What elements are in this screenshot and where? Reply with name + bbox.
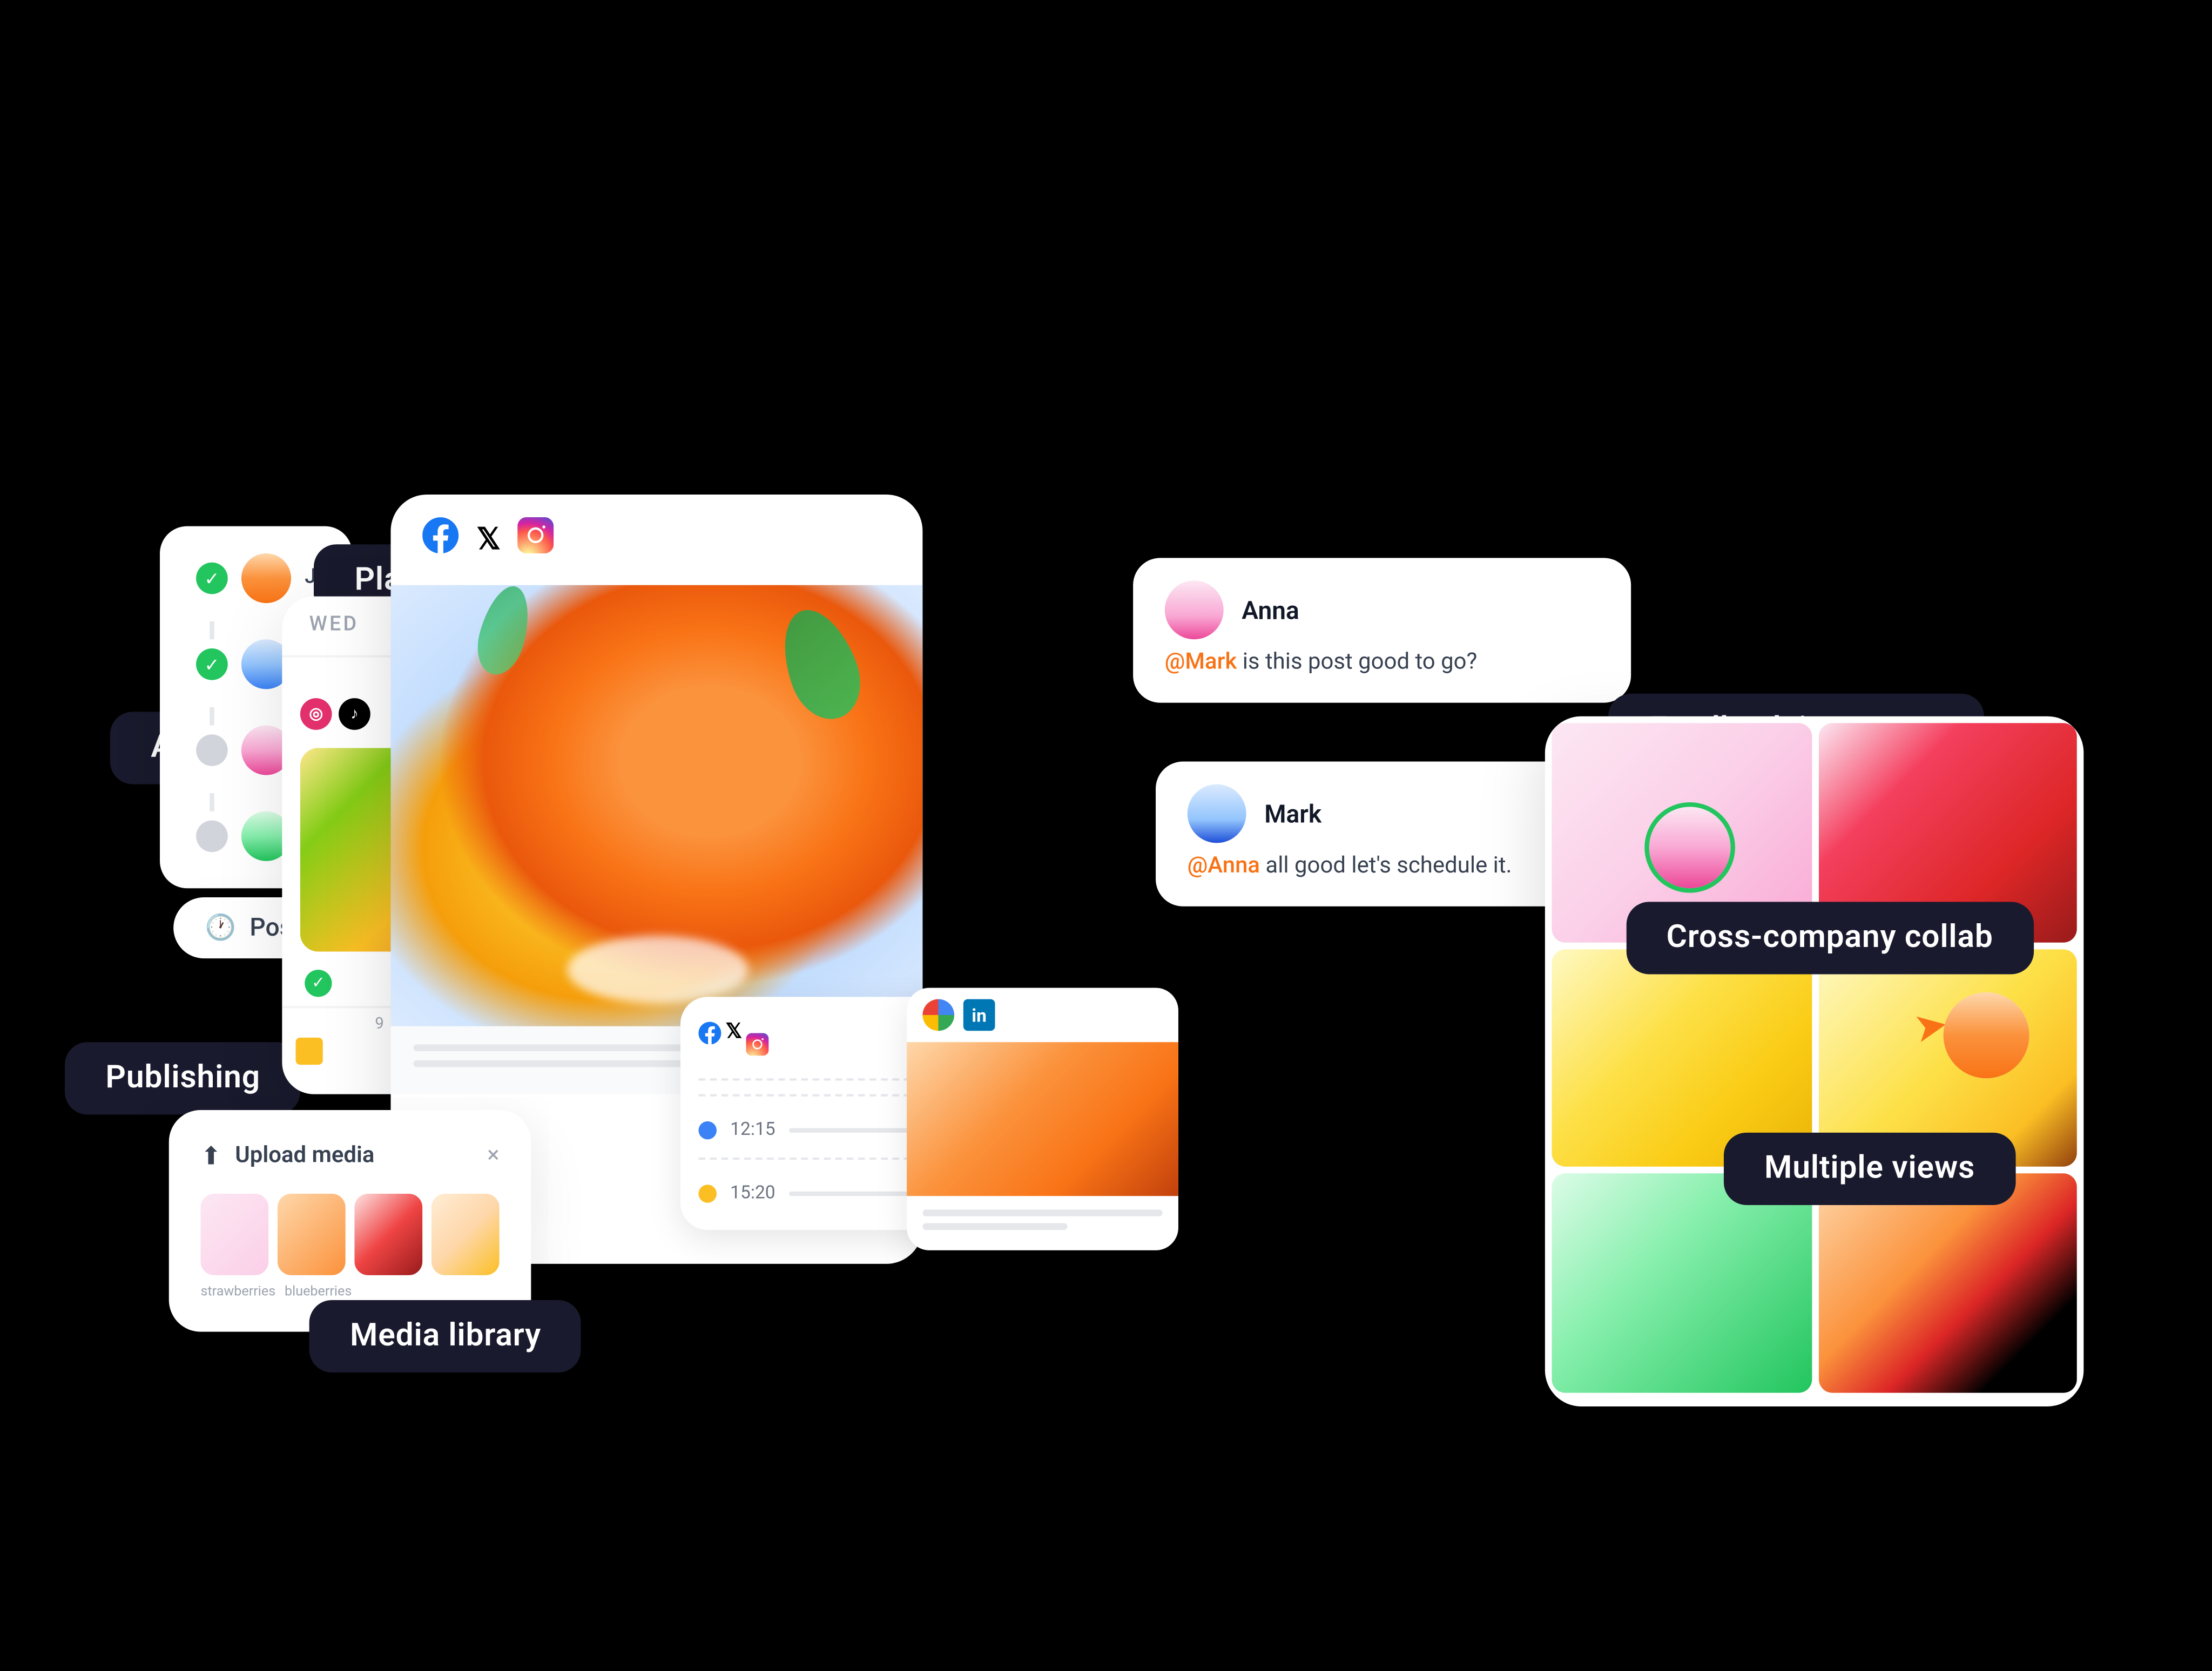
cal-text-line-2 (923, 1223, 1067, 1230)
anna-comment-body: is this post good to go? (1243, 651, 1478, 675)
cross-company-label: Cross-company collab (1626, 902, 2034, 974)
thumb-3 (355, 1194, 423, 1275)
x-icon: 𝕏 (477, 523, 501, 557)
cal-post-card: in (907, 987, 1178, 1250)
avatar-anna (1165, 580, 1224, 639)
multiple-views-label: Multiple views (1724, 1133, 2016, 1205)
cross-company-avatar-2 (1944, 992, 2029, 1078)
time-dot-2 (699, 1183, 717, 1202)
fb-small-icon (699, 1021, 721, 1065)
anna-mention: @Mark (1165, 651, 1237, 675)
facebook-icon (422, 517, 458, 563)
google-icon (923, 999, 955, 1031)
avatar-jack (241, 553, 291, 603)
upload-title-row: ⬆ Upload media (201, 1141, 375, 1171)
instagram-feed-icon (518, 517, 555, 563)
mark-name: Mark (1264, 799, 1321, 828)
feed-social-bar: 𝕏 (391, 495, 923, 585)
thumb-2 (278, 1194, 346, 1275)
instagram-icon: ◎ (300, 698, 332, 730)
green-check-icon: ✓ (305, 970, 332, 997)
ig-small-icon (747, 1021, 770, 1065)
check-approved-ingrid: ✓ (196, 648, 228, 680)
check-pending-anne (196, 820, 228, 852)
check-approved-jack: ✓ (196, 562, 228, 594)
upload-labels-row: strawberries blueberries (201, 1284, 500, 1300)
close-button[interactable]: × (487, 1144, 499, 1168)
x-small-icon: 𝕏 (726, 1021, 742, 1065)
cal-text-line-1 (923, 1209, 1163, 1216)
upload-icon: ⬆ (201, 1141, 222, 1171)
comment-anna: Anna @Mark is this post good to go? (1133, 558, 1631, 702)
publishing-label: Publishing (65, 1042, 301, 1114)
mark-mention: @Anna (1188, 854, 1260, 879)
media-library-label: Media library (309, 1300, 582, 1372)
approval-item-jack: ✓ Jack (196, 553, 316, 603)
anna-name: Anna (1242, 595, 1299, 624)
time-1: 12:15 (730, 1119, 775, 1139)
cross-company-avatar-1 (1644, 802, 1735, 893)
time-dot-1 (699, 1120, 717, 1138)
upload-title-text: Upload media (235, 1144, 374, 1168)
feed-hero-image (391, 585, 923, 1026)
clock-icon: 🕐 (205, 913, 236, 942)
mark-comment-body: all good let's schedule it. (1266, 854, 1512, 879)
avatar-mark (1188, 784, 1246, 843)
anna-comment-text: @Mark is this post good to go? (1165, 648, 1600, 680)
cal-post-social-row: in (907, 987, 1178, 1042)
thumb-4 (431, 1194, 500, 1275)
time-2: 15:20 (730, 1182, 775, 1203)
grid-cell-5 (1552, 1174, 1811, 1392)
check-pending-samuel (196, 734, 228, 766)
linkedin-icon: in (963, 999, 995, 1031)
upload-media-card: ⬆ Upload media × strawberries blueberrie… (169, 1110, 531, 1332)
cal-post-thumbnail (907, 1042, 1178, 1196)
cal-post-text-lines (907, 1196, 1178, 1250)
thumb-1 (201, 1194, 269, 1275)
tiktok-icon: ♪ (339, 698, 370, 730)
grid-cell-6 (1818, 1174, 2077, 1392)
upload-header: ⬆ Upload media × (201, 1141, 500, 1171)
cal-cell-9: 9 (282, 1008, 400, 1071)
upload-thumbnails (201, 1194, 500, 1275)
comment-anna-header: Anna (1165, 580, 1600, 639)
